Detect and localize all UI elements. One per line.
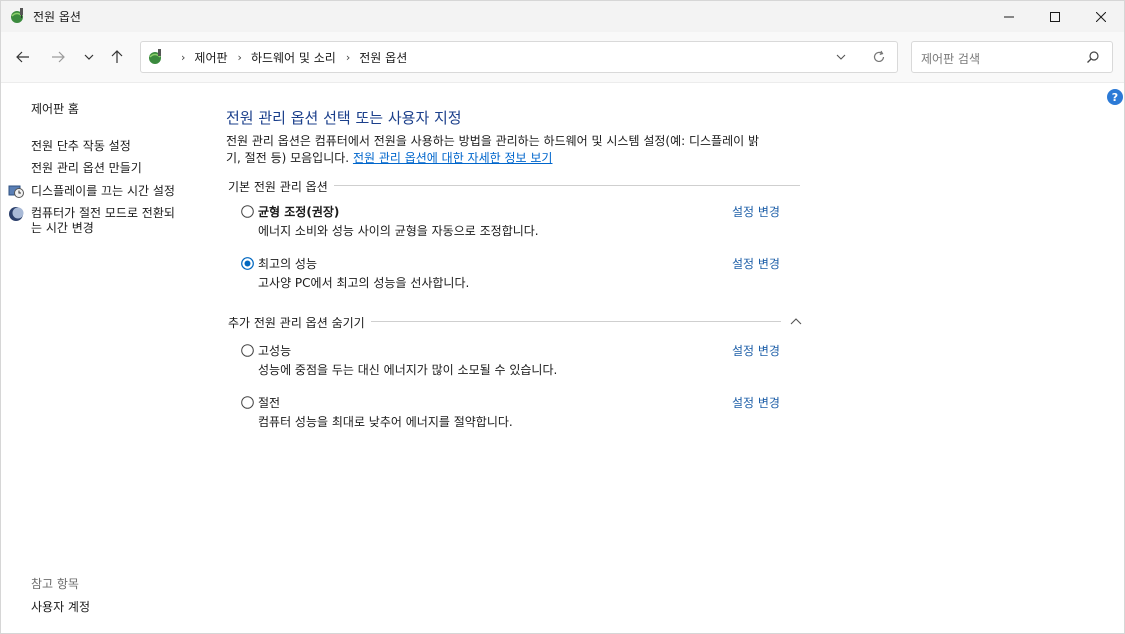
- sidebar-link-sleep-time[interactable]: 컴퓨터가 절전 모드로 전환되 는 시간 변경: [31, 206, 175, 236]
- up-button[interactable]: [105, 46, 129, 68]
- change-settings-link-high-performance[interactable]: 설정 변경: [732, 342, 780, 359]
- back-button[interactable]: [11, 46, 35, 68]
- close-icon: [1096, 11, 1106, 22]
- radio-power-saver[interactable]: [241, 396, 254, 409]
- page-description: 전원 관리 옵션은 컴퓨터에서 전원을 사용하는 방법을 관리하는 하드웨어 및…: [226, 133, 806, 167]
- plan-name-ultimate-performance[interactable]: 최고의 성능: [258, 255, 317, 272]
- close-button[interactable]: [1078, 1, 1124, 32]
- change-settings-link-ultimate-performance[interactable]: 설정 변경: [732, 255, 780, 272]
- refresh-icon: [873, 50, 885, 63]
- radio-balanced[interactable]: [241, 205, 254, 218]
- sidebar-link-display-off-time[interactable]: 디스플레이를 끄는 시간 설정: [31, 182, 175, 199]
- forward-button[interactable]: [46, 46, 70, 68]
- sidebar-link-sleep-time-line1: 컴퓨터가 절전 모드로 전환되: [31, 206, 175, 220]
- arrow-up-icon: [111, 50, 123, 63]
- plan-desc-ultimate-performance: 고사양 PC에서 최고의 성능을 선사합니다.: [258, 276, 470, 290]
- refresh-button[interactable]: [870, 48, 888, 66]
- radio-ultimate-performance[interactable]: [241, 257, 254, 270]
- arrow-right-icon: [52, 51, 65, 63]
- hide-additional-plans-label[interactable]: 추가 전원 관리 옵션 숨기기: [228, 314, 371, 331]
- breadcrumb-separator-icon[interactable]: ›: [238, 51, 242, 64]
- breadcrumb-separator-icon[interactable]: ›: [346, 51, 350, 64]
- minimize-icon: [1004, 16, 1014, 17]
- help-button[interactable]: ?: [1107, 89, 1123, 105]
- sidebar-link-power-buttons[interactable]: 전원 단추 작동 설정: [31, 137, 131, 154]
- navigation-bar: › 제어판 › 하드웨어 및 소리 › 전원 옵션 제어판 검색: [1, 32, 1124, 83]
- change-settings-link-power-saver[interactable]: 설정 변경: [732, 394, 780, 411]
- plan-desc-high-performance: 성능에 중점을 두는 대신 에너지가 많이 소모될 수 있습니다.: [258, 363, 558, 377]
- maximize-button[interactable]: [1032, 1, 1078, 32]
- collapse-button[interactable]: [789, 314, 803, 328]
- description-line1: 전원 관리 옵션은 컴퓨터에서 전원을 사용하는 방법을 관리하는 하드웨어 및…: [226, 134, 760, 148]
- sidebar-link-control-panel-home[interactable]: 제어판 홈: [31, 100, 79, 117]
- help-icon: ?: [1111, 90, 1119, 104]
- sidebar-link-user-accounts[interactable]: 사용자 계정: [31, 598, 90, 615]
- change-settings-link-balanced[interactable]: 설정 변경: [732, 203, 780, 220]
- breadcrumb: › 제어판 › 하드웨어 및 소리 › 전원 옵션: [171, 42, 407, 72]
- search-icon[interactable]: [1086, 50, 1100, 64]
- recent-locations-button[interactable]: [77, 46, 101, 68]
- breadcrumb-control-panel[interactable]: 제어판: [194, 49, 227, 66]
- address-bar[interactable]: › 제어판 › 하드웨어 및 소리 › 전원 옵션: [140, 41, 898, 73]
- radio-high-performance[interactable]: [241, 344, 254, 357]
- sidebar-link-sleep-time-line2: 는 시간 변경: [31, 221, 94, 235]
- plan-desc-balanced: 에너지 소비와 성능 사이의 균형을 자동으로 조정합니다.: [258, 224, 539, 238]
- plan-name-balanced[interactable]: 균형 조정(권장): [258, 203, 339, 220]
- search-box[interactable]: 제어판 검색: [911, 41, 1113, 73]
- chevron-up-icon: [790, 318, 802, 325]
- see-also-title: 참고 항목: [31, 577, 79, 591]
- minimize-button[interactable]: [986, 1, 1032, 32]
- plan-name-high-performance[interactable]: 고성능: [258, 342, 291, 359]
- sleep-moon-icon: [9, 207, 24, 221]
- learn-more-link[interactable]: 전원 관리 옵션에 대한 자세한 정보 보기: [353, 151, 553, 165]
- preferred-plans-label: 기본 전원 관리 옵션: [228, 178, 334, 195]
- display-clock-icon: [8, 185, 24, 198]
- address-dropdown-button[interactable]: [833, 49, 849, 65]
- chevron-down-icon: [84, 54, 94, 60]
- description-line2: 기, 절전 등) 모음입니다.: [226, 151, 353, 165]
- chevron-down-icon: [836, 54, 846, 60]
- control-panel-icon: [149, 49, 161, 64]
- breadcrumb-power-options[interactable]: 전원 옵션: [359, 49, 407, 66]
- arrow-left-icon: [16, 51, 29, 63]
- plan-name-power-saver[interactable]: 절전: [258, 394, 280, 411]
- page-title: 전원 관리 옵션 선택 또는 사용자 지정: [226, 109, 462, 127]
- breadcrumb-separator-icon[interactable]: ›: [181, 51, 185, 64]
- power-options-icon: [11, 8, 23, 23]
- maximize-icon: [1050, 11, 1060, 22]
- breadcrumb-hardware-sound[interactable]: 하드웨어 및 소리: [251, 49, 336, 66]
- sidebar-link-create-plan[interactable]: 전원 관리 옵션 만들기: [31, 159, 142, 176]
- title-bar: 전원 옵션: [1, 1, 1124, 32]
- plan-desc-power-saver: 컴퓨터 성능을 최대로 낮추어 에너지를 절약합니다.: [258, 415, 513, 429]
- window-title: 전원 옵션: [33, 10, 81, 24]
- search-placeholder[interactable]: 제어판 검색: [921, 50, 980, 67]
- power-options-window: 전원 옵션 › 제어판 › 하드웨어 및 소리 › 전원 옵션 제어판 검색 ?…: [0, 0, 1125, 634]
